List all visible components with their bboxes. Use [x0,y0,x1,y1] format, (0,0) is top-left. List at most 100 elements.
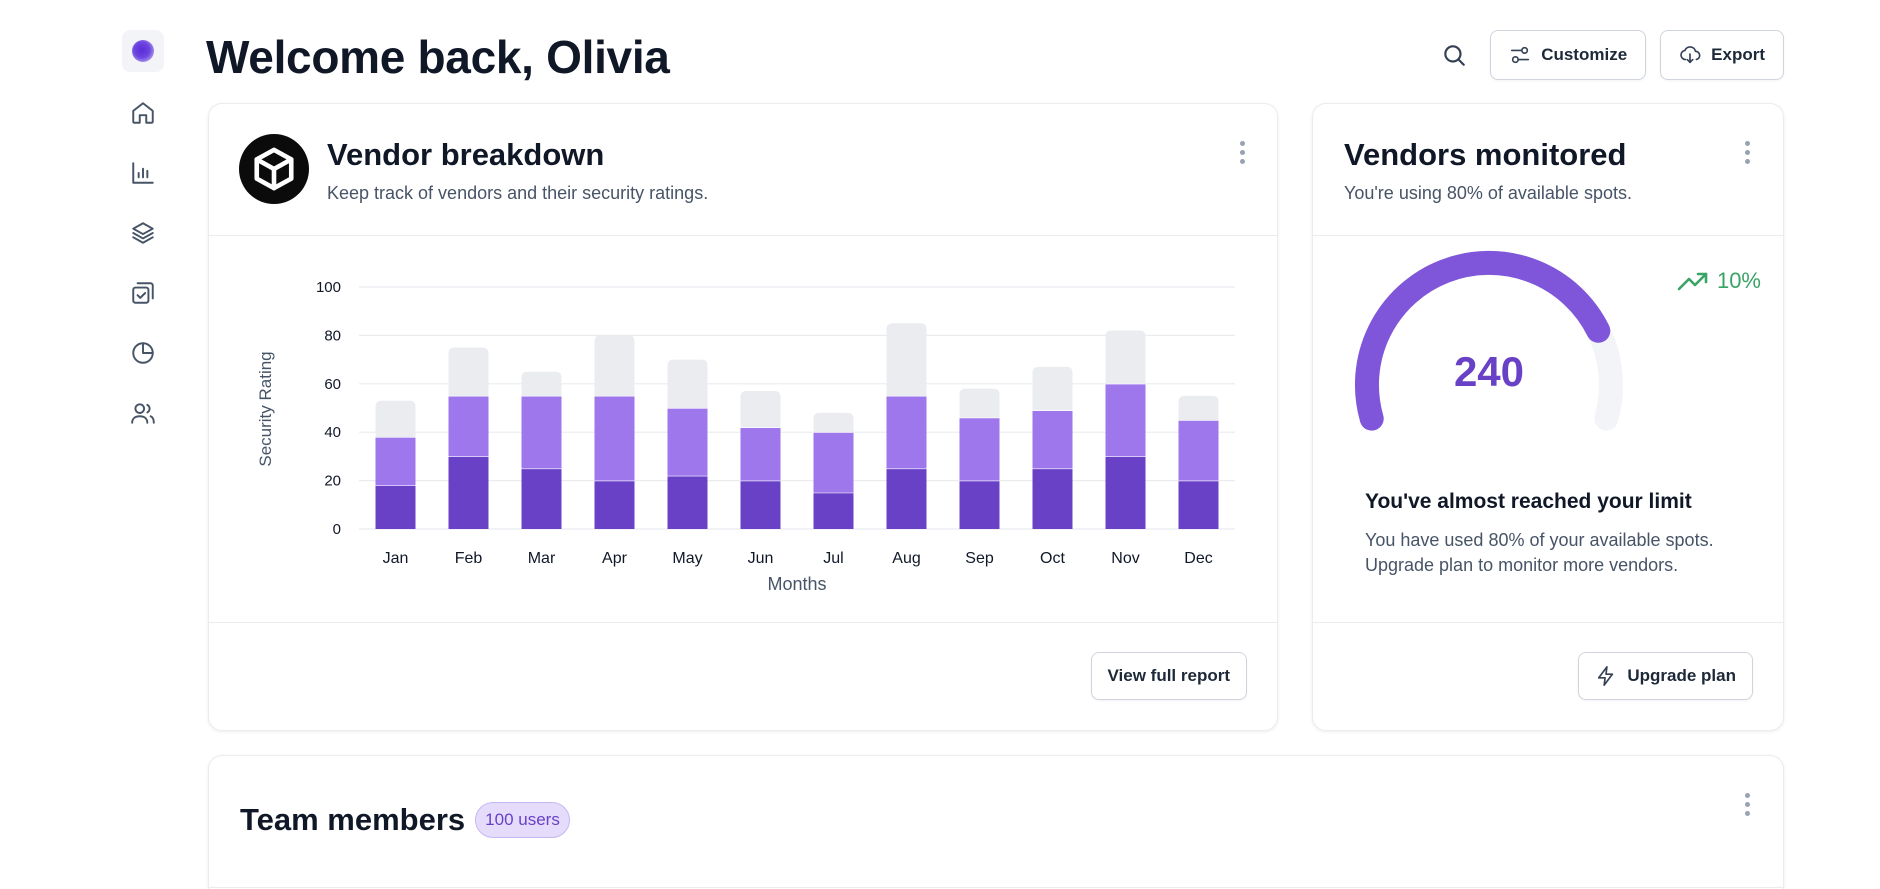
sidebar-item-reports[interactable] [120,150,166,196]
x-tick-label: Sep [965,550,994,567]
y-tick-label: 100 [316,279,341,296]
bar-stack-jun[interactable] [740,391,781,529]
customize-button[interactable]: Customize [1490,30,1647,80]
bar-segment [448,347,489,396]
bar-segment [1032,366,1073,411]
y-tick-label: 60 [324,376,341,393]
bar-segment [1105,456,1146,529]
team-header: Team members 100 users [240,802,570,838]
bar-segment [448,395,489,457]
x-tick-label: Oct [1040,550,1065,567]
x-tick-label: Jul [823,550,843,567]
team-members-title: Team members [240,802,466,837]
bar-stack-sep[interactable] [959,388,1000,529]
bar-segment [1105,330,1146,384]
divider [209,887,1783,888]
bar-stack-feb[interactable] [448,347,489,530]
bar-segment [521,371,562,396]
cube-icon [254,147,294,191]
x-tick-label: Feb [455,550,483,567]
sidebar-item-home[interactable] [120,90,166,136]
vendor-breakdown-subtitle: Keep track of vendors and their security… [327,183,709,203]
search-button[interactable] [1432,30,1476,80]
bar-segment [740,427,781,481]
limit-title: You've almost reached your limit [1365,490,1692,513]
vendor-breakdown-title: Vendor breakdown [327,137,605,172]
bar-stack-jan[interactable] [375,400,416,529]
view-full-report-label: View full report [1107,666,1231,685]
bar-stack-jul[interactable] [813,412,854,529]
divider [1313,622,1783,623]
security-rating-chart: Security Rating Months 0 20 40 60 80 100 Jan Fe… [256,279,1235,594]
app-logo[interactable] [122,30,164,72]
view-full-report-button[interactable]: View full report [1090,652,1247,700]
x-tick-label: Jan [383,550,409,567]
sidebar [120,30,166,424]
y-tick-label: 80 [324,327,341,344]
x-tick-label: Jun [748,550,774,567]
bar-segment [1032,410,1073,469]
bar-segment [959,480,1000,529]
bar-segment [448,456,489,529]
limit-text: You have used 80% of your available spot… [1365,528,1714,578]
bar-segment [667,408,708,476]
bar-stack-mar[interactable] [521,371,562,529]
team-menu-button[interactable] [1735,787,1759,821]
check-square-icon [132,282,154,304]
bar-segment [521,468,562,529]
x-tick-label: Mar [528,550,556,567]
bar-segment [1178,480,1219,529]
bar-stack-apr[interactable] [594,335,635,529]
x-tick-label: Apr [602,550,628,567]
bar-segment [740,480,781,529]
users-count-badge: 100 users [475,802,570,838]
vendor-avatar [239,134,309,204]
bar-stack-may[interactable] [667,359,708,529]
sidebar-item-users[interactable] [120,390,166,436]
vendor-menu-button[interactable] [1230,135,1254,169]
y-tick-label: 40 [324,424,341,441]
y-axis-label: Security Rating [256,351,275,466]
customize-label: Customize [1541,45,1628,64]
sidebar-item-analytics[interactable] [120,330,166,376]
export-button[interactable]: Export [1660,30,1784,80]
cloud-download-icon [1680,46,1701,64]
vendors-monitored-title: Vendors monitored [1344,137,1627,172]
header-actions: Customize Export [1432,30,1784,80]
x-tick-label: May [672,550,702,567]
bar-segment [1178,420,1219,481]
bar-segment [813,492,854,529]
x-tick-label: Nov [1111,550,1139,567]
upgrade-plan-label: Upgrade plan [1627,666,1736,685]
page-title: Welcome back, Olivia [206,31,670,83]
bar-segment [594,335,635,396]
bar-segment [813,412,854,433]
bar-segment [886,323,927,396]
bar-segment [594,480,635,529]
sidebar-item-tasks[interactable] [120,270,166,316]
vendors-menu-button[interactable] [1735,135,1759,169]
limit-line-2: Upgrade plan to monitor more vendors. [1365,555,1679,575]
divider [209,622,1277,623]
y-tick-label: 0 [333,521,341,538]
bar-segment [959,417,1000,481]
bar-chart-icon [132,162,154,184]
x-tick-label: Aug [892,550,920,567]
bar-stack-aug[interactable] [886,323,927,529]
x-tick-label: Dec [1184,550,1212,567]
bar-stack-nov[interactable] [1105,330,1146,529]
sidebar-item-projects[interactable] [120,210,166,256]
gauge-fill [1354,250,1611,431]
bar-stack-dec[interactable] [1178,395,1219,529]
bar-segment [375,437,416,486]
lightning-icon [1598,666,1614,686]
gauge-value: 240 [1454,348,1524,395]
export-label: Export [1711,45,1765,64]
bar-segment [1178,395,1219,421]
bar-segment [740,391,781,428]
users-icon [131,403,155,424]
bar-segment [886,468,927,529]
vendor-breakdown-card: Vendor breakdown Keep track of vendors a… [208,103,1278,731]
upgrade-plan-button[interactable]: Upgrade plan [1578,652,1753,700]
bar-stack-oct[interactable] [1032,366,1073,529]
